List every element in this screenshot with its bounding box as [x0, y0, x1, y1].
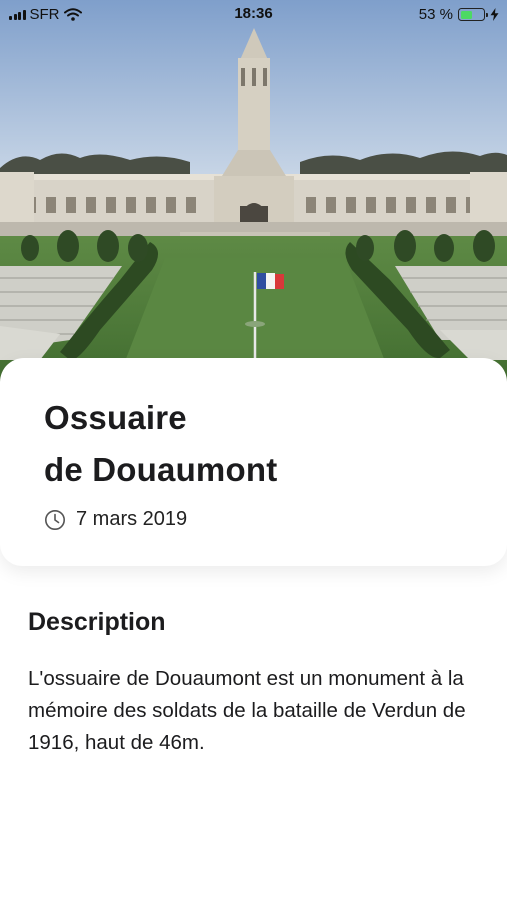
- hero-photo: [0, 0, 507, 400]
- title-line-1: Ossuaire: [44, 399, 187, 436]
- description-text: L'ossuaire de Douaumont est un monument …: [28, 667, 466, 754]
- date-row: 7 mars 2019: [44, 508, 463, 531]
- title-line-2: de Douaumont: [44, 451, 278, 488]
- battery-icon: [458, 8, 488, 21]
- visit-date: 7 mars 2019: [76, 508, 188, 530]
- battery-level: [460, 10, 473, 19]
- clock-icon: [45, 509, 65, 530]
- title-card: Ossuaire de Douaumont 7 mars 2019: [0, 358, 507, 566]
- status-right: 53 %: [419, 6, 499, 23]
- description-section: Description L'ossuaire de Douaumont est …: [28, 608, 488, 759]
- status-bar: SFR 18:36 53 %: [0, 0, 507, 30]
- bolt-icon: [490, 8, 499, 21]
- page-title: Ossuaire de Douaumont: [44, 392, 463, 496]
- battery-percentage: 53 %: [418, 6, 453, 23]
- ossuary-photo-illustration: [0, 0, 507, 400]
- description-heading: Description: [28, 608, 166, 636]
